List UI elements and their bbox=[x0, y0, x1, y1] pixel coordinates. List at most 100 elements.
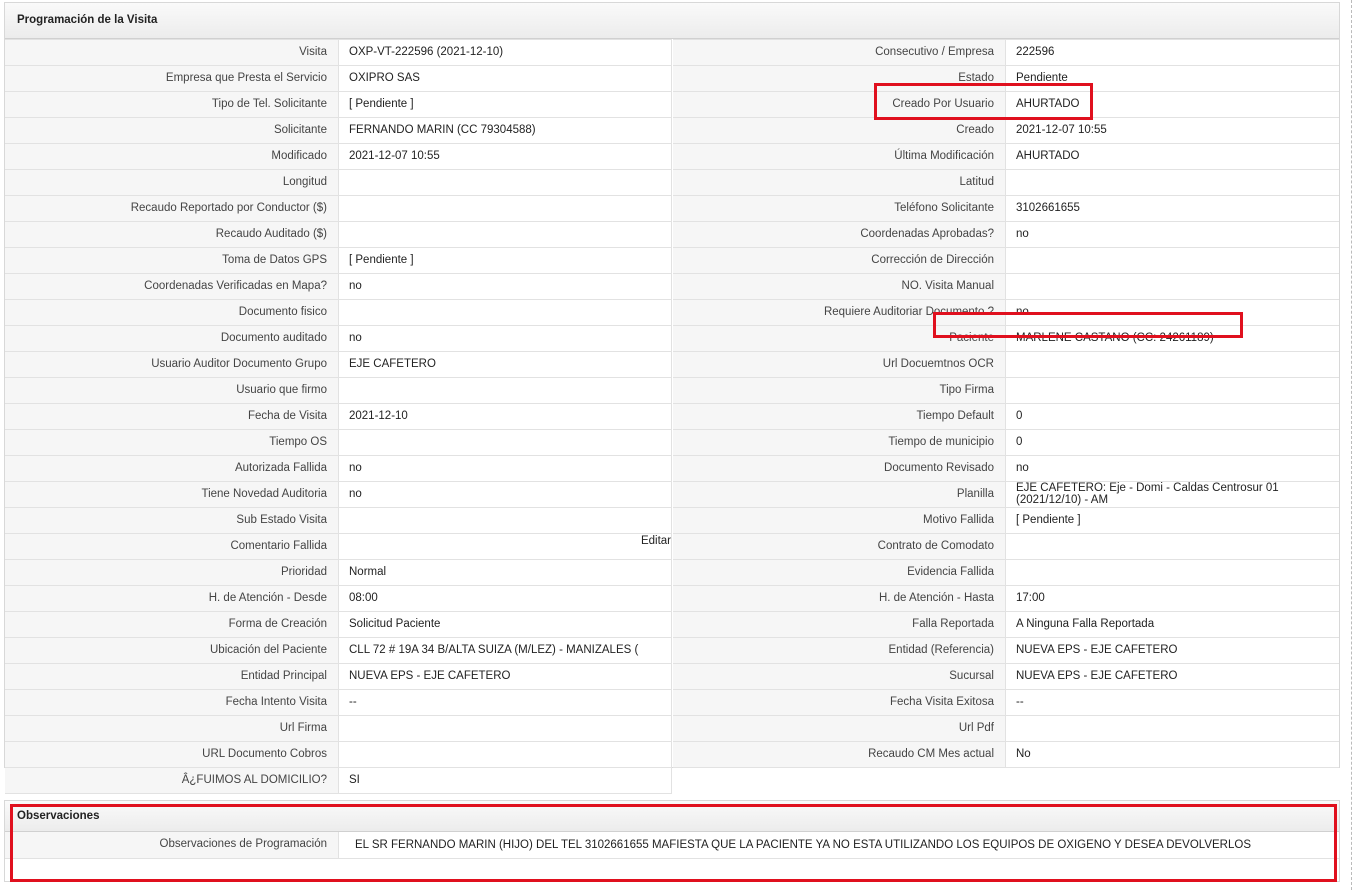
field-value-text: no bbox=[349, 280, 362, 292]
field-value: EJE CAFETERO: Eje - Domi - Caldas Centro… bbox=[1006, 482, 1339, 507]
field-label: Creado bbox=[673, 118, 1006, 143]
field-value-text: no bbox=[349, 488, 362, 500]
field-value: -- bbox=[339, 690, 671, 715]
field-label: Coordenadas Verificadas en Mapa? bbox=[5, 274, 339, 299]
field-value: 2021-12-07 10:55 bbox=[339, 144, 671, 169]
field-row-sucursal: Sucursal NUEVA EPS - EJE CAFETERO bbox=[673, 664, 1339, 690]
field-value bbox=[1006, 248, 1339, 273]
field-label: Consecutivo / Empresa bbox=[673, 40, 1006, 65]
field-value bbox=[1006, 352, 1339, 377]
field-label: NO. Visita Manual bbox=[673, 274, 1006, 299]
field-value-text: OXIPRO SAS bbox=[349, 72, 420, 84]
field-row-recaudo-auditado: Recaudo Auditado ($) bbox=[5, 222, 672, 248]
field-row-no-visita-manual: NO. Visita Manual bbox=[673, 274, 1339, 300]
field-label: Tipo Firma bbox=[673, 378, 1006, 403]
field-row-tipo-de-tel-solicitante: Tipo de Tel. Solicitante [ Pendiente ] bbox=[5, 92, 672, 118]
field-row-planilla: Planilla EJE CAFETERO: Eje - Domi - Calda… bbox=[673, 482, 1339, 508]
observations-panel: Observaciones Observaciones de Programac… bbox=[4, 800, 1340, 882]
edit-comment-link[interactable]: Editar bbox=[641, 534, 671, 549]
field-row-entidad-referencia: Entidad (Referencia) NUEVA EPS - EJE CAFE… bbox=[673, 638, 1339, 664]
field-value: AHURTADO bbox=[1006, 144, 1339, 169]
field-label: Fecha de Visita bbox=[5, 404, 339, 429]
field-label: Documento fisico bbox=[5, 300, 339, 325]
field-value: [ Pendiente ] bbox=[339, 248, 671, 273]
field-value: CLL 72 # 19A 34 B/ALTA SUIZA (M/LEZ) - M… bbox=[339, 638, 671, 663]
field-value-text: 0 bbox=[1016, 436, 1023, 448]
field-value-text: -- bbox=[349, 696, 357, 708]
field-row-tiempo-de-municipio: Tiempo de municipio 0 bbox=[673, 430, 1339, 456]
field-label: Recaudo CM Mes actual bbox=[673, 742, 1006, 767]
visit-details-grid: Visita OXP-VT-222596 (2021-12-10) Empresa … bbox=[5, 39, 1339, 794]
field-row-recaudo-reportado-por-conductor: Recaudo Reportado por Conductor ($) bbox=[5, 196, 672, 222]
field-value: 17:00 bbox=[1006, 586, 1339, 611]
field-value bbox=[339, 222, 671, 247]
field-value: AHURTADO bbox=[1006, 92, 1339, 117]
field-value-text: EJE CAFETERO: Eje - Domi - Caldas Centro… bbox=[1016, 482, 1279, 506]
field-value-text: -- bbox=[1016, 696, 1024, 708]
field-value: Pendiente bbox=[1006, 66, 1339, 91]
field-row-url-firma: Url Firma bbox=[5, 716, 672, 742]
left-column: Visita OXP-VT-222596 (2021-12-10) Empresa … bbox=[5, 39, 672, 794]
field-label: Usuario que firmo bbox=[5, 378, 339, 403]
field-value: SI bbox=[339, 768, 671, 793]
field-row-modificado: Modificado 2021-12-07 10:55 bbox=[5, 144, 672, 170]
field-label: Recaudo Reportado por Conductor ($) bbox=[5, 196, 339, 221]
field-label: Contrato de Comodato bbox=[673, 534, 1006, 559]
observations-title: Observaciones bbox=[5, 801, 1339, 832]
field-row-consecutivo-empresa: Consecutivo / Empresa 222596 bbox=[673, 39, 1339, 66]
field-label: Visita bbox=[5, 40, 339, 65]
field-row-creado-por-usuario: Creado Por Usuario AHURTADO bbox=[673, 92, 1339, 118]
field-value: NUEVA EPS - EJE CAFETERO bbox=[339, 664, 671, 689]
field-value: FERNANDO MARIN (CC 79304588) bbox=[339, 118, 671, 143]
field-row-ultima-modificacion: Última Modificación AHURTADO bbox=[673, 144, 1339, 170]
field-value-text: SI bbox=[349, 774, 360, 786]
field-value: no bbox=[339, 482, 671, 507]
field-label: Coordenadas Aprobadas? bbox=[673, 222, 1006, 247]
field-label: Ubicación del Paciente bbox=[5, 638, 339, 663]
visit-programming-panel: Programación de la Visita Visita OXP-VT-2… bbox=[4, 2, 1340, 794]
field-row-documento-fisico: Documento fisico bbox=[5, 300, 672, 326]
field-value-text: no bbox=[349, 462, 362, 474]
field-value: A Ninguna Falla Reportada bbox=[1006, 612, 1339, 637]
field-value bbox=[339, 742, 671, 767]
field-value-text: AHURTADO bbox=[1016, 150, 1080, 162]
field-label: Latitud bbox=[673, 170, 1006, 195]
field-row-sub-estado-visita: Sub Estado Visita bbox=[5, 508, 672, 534]
field-value-text: no bbox=[1016, 306, 1029, 318]
field-label: Sucursal bbox=[673, 664, 1006, 689]
field-row-usuario-que-firmo: Usuario que firmo bbox=[5, 378, 672, 404]
field-label: URL Documento Cobros bbox=[5, 742, 339, 767]
field-value-text: 222596 bbox=[1016, 46, 1055, 58]
field-value: No bbox=[1006, 742, 1339, 767]
field-label: Entidad (Referencia) bbox=[673, 638, 1006, 663]
field-value: Normal bbox=[339, 560, 671, 585]
field-value-text: FERNANDO MARIN (CC 79304588) bbox=[349, 124, 536, 136]
field-row-contrato-de-comodato: Contrato de Comodato bbox=[673, 534, 1339, 560]
field-value: NUEVA EPS - EJE CAFETERO bbox=[1006, 638, 1339, 663]
field-label: Entidad Principal bbox=[5, 664, 339, 689]
field-value bbox=[339, 716, 671, 741]
right-column: Consecutivo / Empresa 222596 Estado Pendien… bbox=[673, 39, 1339, 768]
field-value bbox=[339, 196, 671, 221]
field-row-fecha-visita-exitosa: Fecha Visita Exitosa -- bbox=[673, 690, 1339, 716]
field-value: Editar bbox=[339, 534, 671, 559]
field-value-text: 2021-12-07 10:55 bbox=[1016, 124, 1107, 136]
field-row-url-docuemtnos-ocr: Url Docuemtnos OCR bbox=[673, 352, 1339, 378]
field-value-text: 2021-12-10 bbox=[349, 410, 408, 422]
field-row-latitud: Latitud bbox=[673, 170, 1339, 196]
field-value bbox=[339, 170, 671, 195]
field-label: Prioridad bbox=[5, 560, 339, 585]
field-label: Estado bbox=[673, 66, 1006, 91]
field-row-forma-de-creacion: Forma de Creación Solicitud Paciente bbox=[5, 612, 672, 638]
field-value bbox=[1006, 378, 1339, 403]
field-value: no bbox=[339, 326, 671, 351]
field-row-correccion-de-direccion: Corrección de Dirección bbox=[673, 248, 1339, 274]
field-value: [ Pendiente ] bbox=[1006, 508, 1339, 533]
field-label: Â¿FUIMOS AL DOMICILIO? bbox=[5, 768, 339, 793]
field-value bbox=[1006, 170, 1339, 195]
field-row-documento-auditado: Documento auditado no bbox=[5, 326, 672, 352]
field-value-text: EJE CAFETERO bbox=[349, 358, 436, 370]
field-row-estado: Estado Pendiente bbox=[673, 66, 1339, 92]
field-row-tiempo-default: Tiempo Default 0 bbox=[673, 404, 1339, 430]
field-label: Forma de Creación bbox=[5, 612, 339, 637]
